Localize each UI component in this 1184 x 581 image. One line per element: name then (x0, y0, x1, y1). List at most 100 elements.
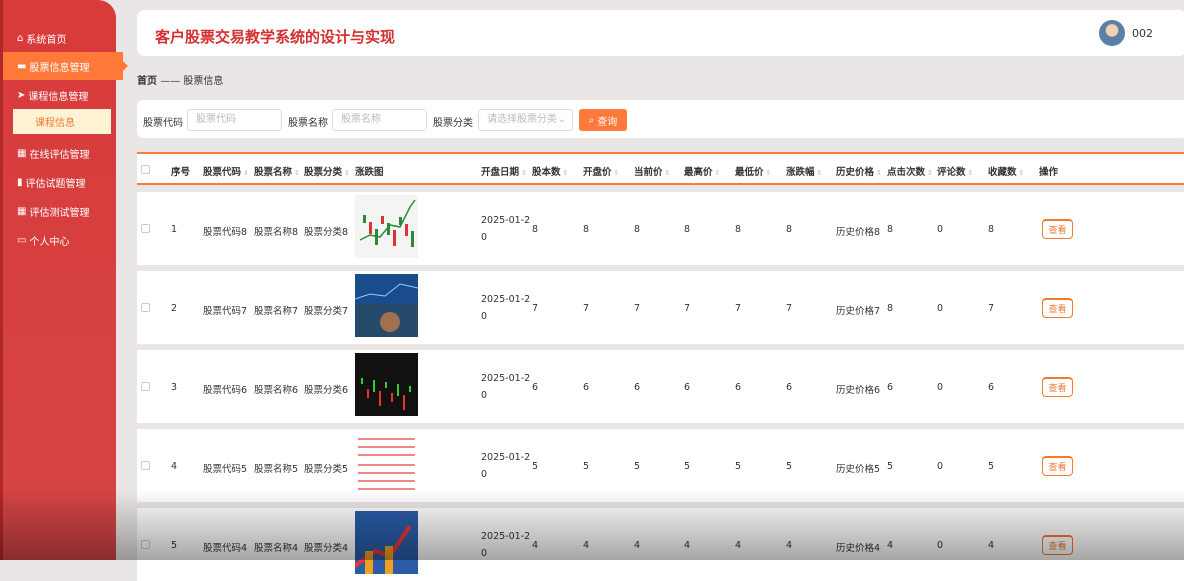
column-header[interactable]: 评论数 ⇕ (937, 164, 973, 178)
cell-favs: 4 (988, 540, 995, 551)
sort-icon[interactable]: ⇕ (1019, 169, 1025, 177)
cell-hist: 历史价格4 (836, 543, 881, 554)
cell-open: 6 (583, 382, 590, 393)
cell-comments: 0 (937, 461, 944, 472)
sort-icon[interactable]: ⇕ (344, 169, 350, 177)
row-checkbox[interactable] (141, 461, 150, 470)
column-header[interactable]: 股票名称 ⇕ (254, 164, 300, 178)
page-title: 客户股票交易教学系统的设计与实现 (155, 28, 396, 46)
cell-hist: 历史价格8 (836, 227, 881, 238)
cell-low: 7 (735, 303, 742, 314)
nav-course-info[interactable]: ➤ 课程信息管理 (3, 81, 119, 109)
nav-stock-info[interactable]: ▬ 股票信息管理 (3, 52, 128, 80)
cell-clicks: 8 (887, 224, 894, 235)
cell-cur: 7 (634, 303, 641, 314)
grid-icon: ▦ (17, 205, 27, 217)
sort-icon[interactable]: ⇕ (968, 169, 974, 177)
cell-no: 5 (171, 540, 178, 551)
cell-high: 4 (684, 540, 691, 551)
view-button[interactable]: 查看 (1042, 456, 1073, 476)
breadcrumb-current: 股票信息 (183, 76, 224, 87)
nav-eval-tests[interactable]: ▦ 评估测试管理 (3, 197, 119, 225)
stock-chart-image[interactable] (355, 511, 418, 574)
sort-icon[interactable]: ⇕ (294, 169, 300, 177)
grid-icon: ▦ (17, 147, 27, 159)
stock-chart-image[interactable] (355, 432, 418, 495)
view-button[interactable]: 查看 (1042, 377, 1073, 397)
column-header[interactable]: 最高价 ⇕ (684, 164, 720, 178)
send-icon: ➤ (17, 89, 26, 101)
cell-shares: 5 (532, 461, 539, 472)
sort-icon[interactable]: ⇕ (766, 169, 772, 177)
cell-code: 股票代码4 (203, 543, 248, 554)
column-header[interactable]: 股票分类 ⇕ (304, 164, 350, 178)
cell-date: 2025-01-2 (481, 531, 531, 542)
table-row: 2 股票代码7 股票名称7 股票分类7 7 7 7 7 7 7 历史价格7 8 0 7 2025-01-2 0… (137, 271, 1184, 344)
cell-shares: 4 (532, 540, 539, 551)
row-checkbox[interactable] (141, 382, 150, 391)
cell-no: 4 (171, 461, 178, 472)
column-header[interactable]: 点击次数 ⇕ (887, 164, 933, 178)
cell-comments: 0 (937, 382, 944, 393)
view-button[interactable]: 查看 (1042, 535, 1073, 555)
column-header[interactable]: 开盘日期 ⇕ (481, 164, 527, 178)
category-select[interactable]: 请选择股票分类 ⌄ (478, 109, 573, 131)
briefcase-icon: ▬ (17, 60, 27, 72)
nav-eval-questions[interactable]: ▮ 评估试题管理 (3, 168, 119, 196)
avatar[interactable] (1099, 20, 1125, 46)
table-row: 5 股票代码4 股票名称4 股票分类4 4 4 4 4 4 4 历史价格4 4 0 4 2025-01-2 0… (137, 508, 1184, 581)
username[interactable]: 002 (1132, 27, 1153, 40)
sort-icon[interactable]: ⇕ (876, 169, 882, 177)
cell-comments: 0 (937, 224, 944, 235)
table-row: 1 股票代码8 股票名称8 股票分类8 8 8 8 8 8 8 历史价格8 8 0 8 2025-01-2 0… (137, 192, 1184, 265)
row-checkbox[interactable] (141, 540, 150, 549)
column-header[interactable]: 最低价 ⇕ (735, 164, 771, 178)
column-header[interactable]: 收藏数 ⇕ (988, 164, 1024, 178)
column-header[interactable]: 当前价 ⇕ (634, 164, 670, 178)
cell-clicks: 5 (887, 461, 894, 472)
sort-icon[interactable]: ⇕ (614, 169, 620, 177)
cell-low: 8 (735, 224, 742, 235)
sort-icon[interactable]: ⇕ (563, 169, 569, 177)
cell-name: 股票名称7 (254, 306, 299, 317)
nav-personal[interactable]: ▭ 个人中心 (3, 226, 119, 254)
cell-cat: 股票分类6 (304, 385, 349, 396)
sort-icon[interactable]: ⇕ (521, 169, 527, 177)
breadcrumb: 首页 —— 股票信息 (137, 76, 224, 87)
cell-open: 4 (583, 540, 590, 551)
column-header[interactable]: 股本数 ⇕ (532, 164, 568, 178)
cell-date: 2025-01-2 (481, 373, 531, 384)
table-row: 3 股票代码6 股票名称6 股票分类6 6 6 6 6 6 6 历史价格6 6 0 6 2025-01-2 0… (137, 350, 1184, 423)
column-header[interactable]: 股票代码 ⇕ (203, 164, 249, 178)
cell-high: 5 (684, 461, 691, 472)
column-header[interactable]: 历史价格 ⇕ (836, 164, 882, 178)
row-checkbox[interactable] (141, 224, 150, 233)
cell-no: 1 (171, 224, 178, 235)
column-header[interactable]: 涨跌幅 ⇕ (786, 164, 822, 178)
select-all-checkbox[interactable] (141, 165, 150, 174)
view-button[interactable]: 查看 (1042, 298, 1073, 318)
stock-chart-image[interactable] (355, 353, 418, 416)
view-button[interactable]: 查看 (1042, 219, 1073, 239)
home-icon: ⌂ (17, 32, 24, 44)
nav-home[interactable]: ⌂ 系统首页 (3, 24, 119, 52)
row-checkbox[interactable] (141, 303, 150, 312)
sort-icon[interactable]: ⇕ (715, 169, 721, 177)
sort-icon[interactable]: ⇕ (927, 169, 933, 177)
code-input[interactable]: 股票代码 (187, 109, 282, 131)
name-input[interactable]: 股票名称 (332, 109, 427, 131)
cell-hist: 历史价格6 (836, 385, 881, 396)
cell-code: 股票代码8 (203, 227, 248, 238)
cell-cat: 股票分类7 (304, 306, 349, 317)
nav-online-eval[interactable]: ▦ 在线评估管理 (3, 139, 119, 167)
column-header[interactable]: 开盘价 ⇕ (583, 164, 619, 178)
nav-course-sub[interactable]: 课程信息 (13, 109, 111, 134)
stock-chart-image[interactable] (355, 274, 418, 337)
sort-icon[interactable]: ⇕ (243, 169, 249, 177)
search-button[interactable]: ⌕ 查询 (579, 109, 627, 131)
sort-icon[interactable]: ⇕ (665, 169, 671, 177)
breadcrumb-home[interactable]: 首页 (137, 76, 157, 87)
stock-chart-image[interactable] (355, 195, 418, 258)
cell-date: 2025-01-2 (481, 294, 531, 305)
sort-icon[interactable]: ⇕ (817, 169, 823, 177)
